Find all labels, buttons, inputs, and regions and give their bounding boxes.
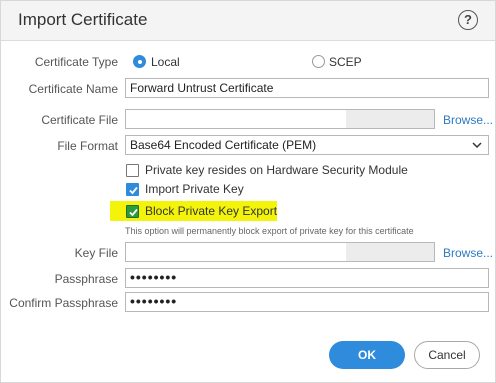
certificate-name-input[interactable]: Forward Untrust Certificate bbox=[125, 78, 489, 98]
radio-local-label[interactable]: Local bbox=[151, 55, 180, 69]
radio-scep[interactable] bbox=[312, 55, 325, 68]
import-certificate-dialog: Import Certificate ? Certificate Type Lo… bbox=[0, 0, 496, 383]
import-private-key-label[interactable]: Import Private Key bbox=[145, 182, 244, 196]
certificate-file-label: Certificate File bbox=[41, 113, 118, 127]
certificate-name-label: Certificate Name bbox=[28, 82, 118, 96]
file-format-value: Base64 Encoded Certificate (PEM) bbox=[130, 138, 317, 152]
key-file-browse-link[interactable]: Browse... bbox=[443, 246, 493, 260]
key-file-input[interactable] bbox=[125, 242, 435, 262]
cancel-button[interactable]: Cancel bbox=[414, 341, 480, 369]
certificate-file-browse-link[interactable]: Browse... bbox=[443, 113, 493, 127]
block-private-key-export-checkbox[interactable] bbox=[126, 205, 139, 218]
chevron-down-icon bbox=[472, 142, 482, 149]
radio-local[interactable] bbox=[133, 55, 146, 68]
checkmark-icon bbox=[129, 208, 138, 217]
key-file-value bbox=[346, 243, 434, 261]
passphrase-input[interactable]: •••••••• bbox=[125, 268, 489, 288]
dialog-title: Import Certificate bbox=[18, 10, 148, 29]
confirm-passphrase-label: Confirm Passphrase bbox=[9, 296, 118, 310]
key-file-label: Key File bbox=[74, 246, 118, 260]
help-icon[interactable]: ? bbox=[458, 10, 478, 30]
certificate-file-value bbox=[346, 110, 434, 128]
passphrase-label: Passphrase bbox=[54, 272, 118, 286]
file-format-select[interactable]: Base64 Encoded Certificate (PEM) bbox=[125, 135, 489, 155]
checkmark-icon bbox=[129, 186, 138, 195]
certificate-file-input[interactable] bbox=[125, 109, 435, 129]
block-private-key-export-label[interactable]: Block Private Key Export bbox=[145, 204, 277, 218]
hsm-checkbox-label[interactable]: Private key resides on Hardware Security… bbox=[145, 163, 408, 177]
block-export-note: This option will permanently block expor… bbox=[125, 226, 414, 236]
hsm-checkbox[interactable] bbox=[126, 164, 139, 177]
confirm-passphrase-input[interactable]: •••••••• bbox=[125, 292, 489, 312]
dialog-header: Import Certificate ? bbox=[1, 1, 495, 41]
file-format-label: File Format bbox=[57, 139, 118, 153]
radio-scep-label[interactable]: SCEP bbox=[329, 55, 362, 69]
import-private-key-checkbox[interactable] bbox=[126, 183, 139, 196]
ok-button[interactable]: OK bbox=[329, 341, 405, 369]
certificate-type-label: Certificate Type bbox=[34, 55, 118, 69]
